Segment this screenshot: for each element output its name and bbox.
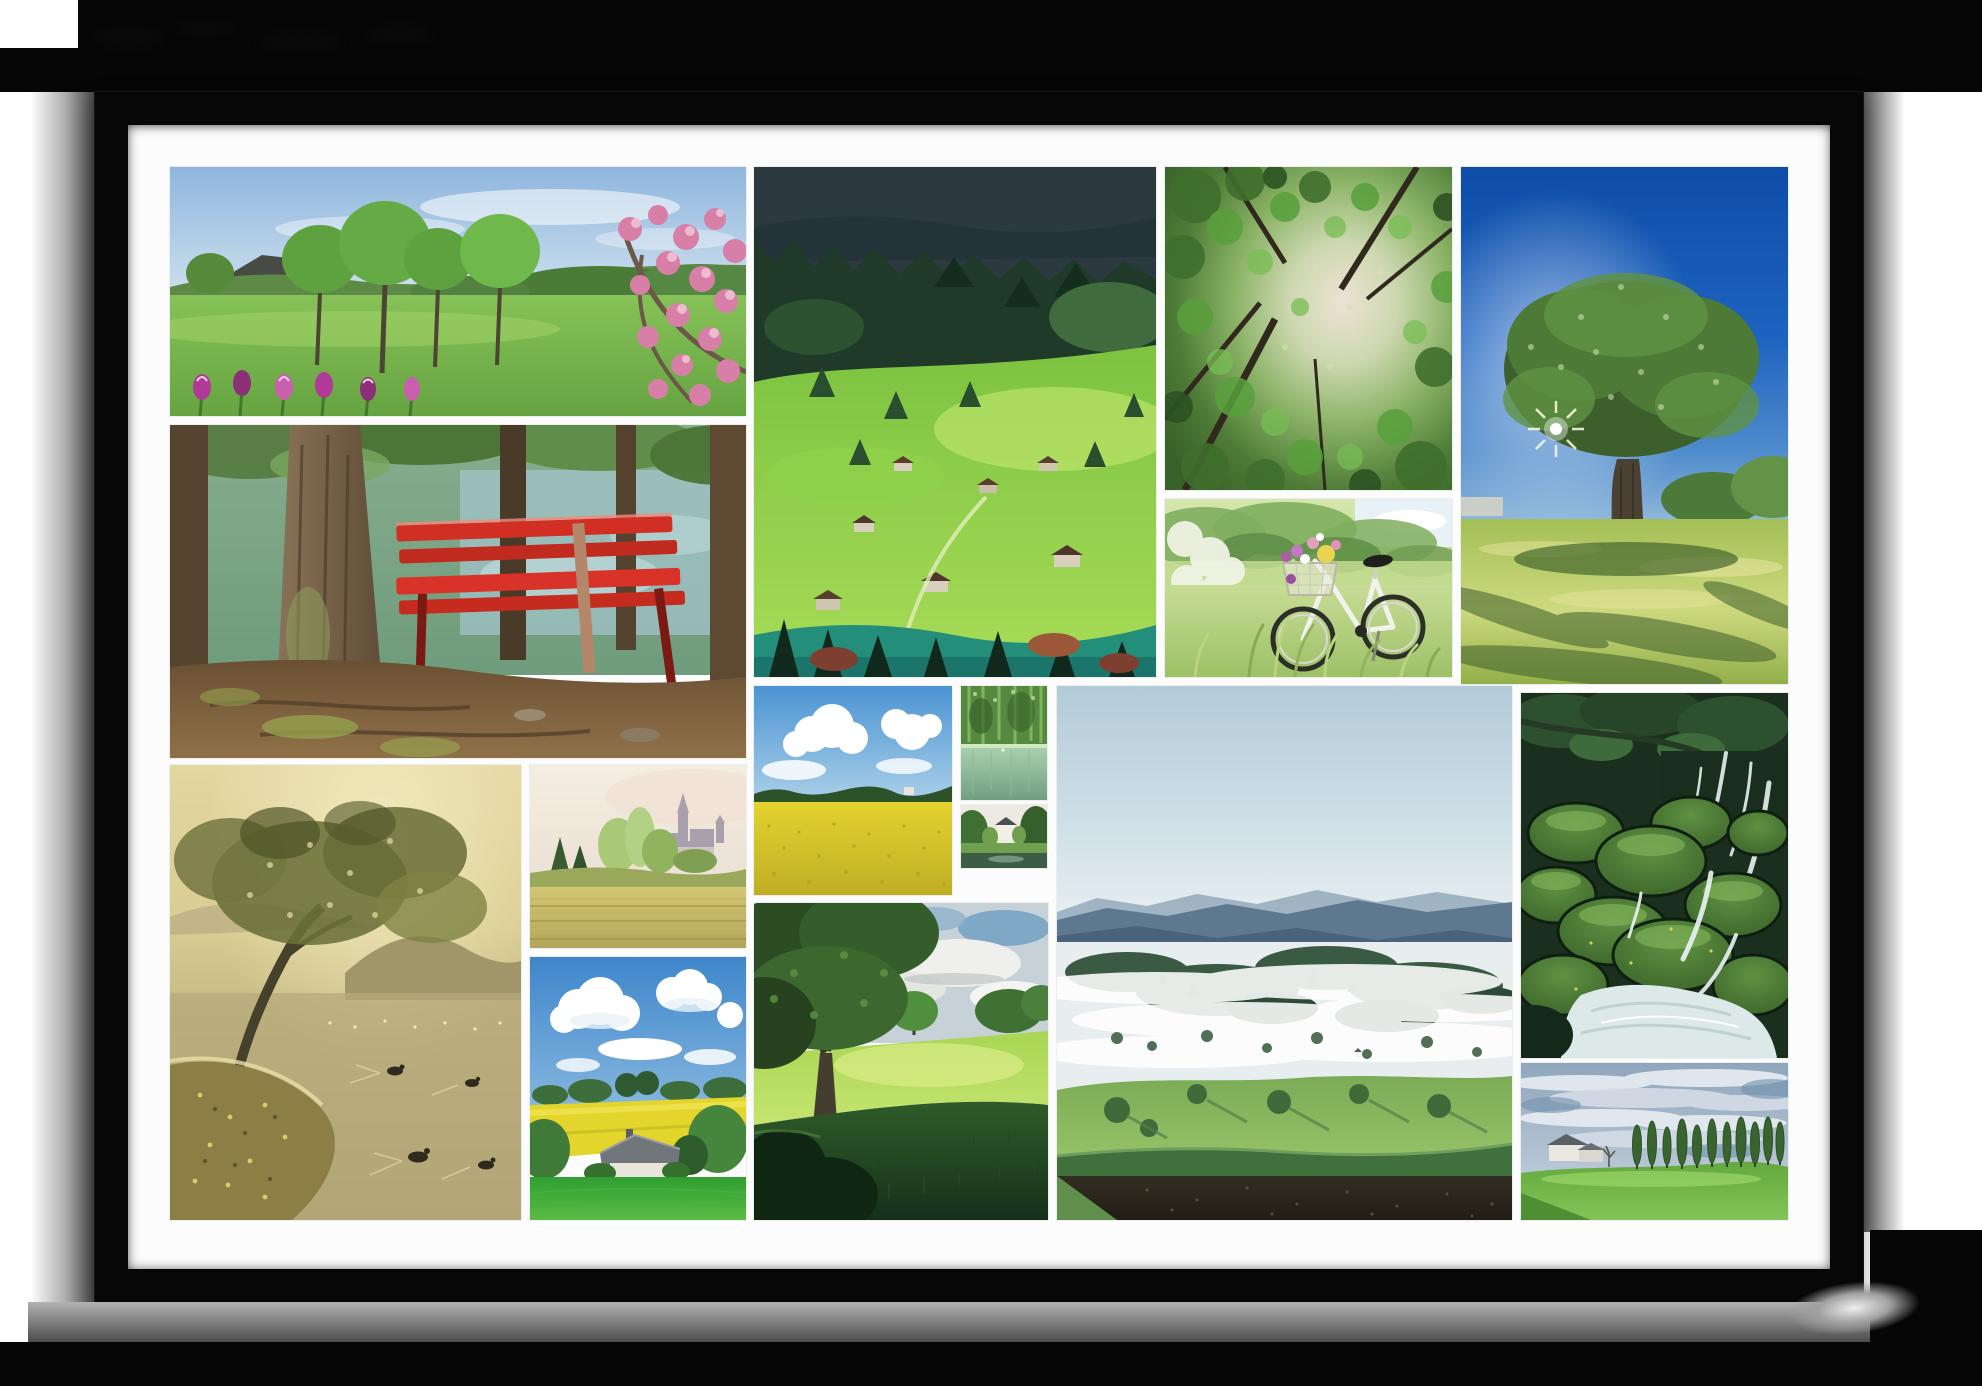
photo-pond-white-house: [961, 805, 1047, 868]
frame-right-shadow: [1863, 92, 1905, 1232]
photo-forest-lake-reflection: [961, 686, 1047, 800]
wall-top-left-patch: [0, 0, 78, 48]
photo-bicycle-flower-basket: [1165, 499, 1452, 677]
photo-golden-lake-ducks: [170, 765, 521, 1220]
mat-board: ​: [128, 125, 1830, 1269]
wall-smudge: [92, 26, 164, 50]
photo-rapeseed-farmhouse: [530, 957, 746, 1220]
photo-church-across-field: [530, 765, 746, 948]
photo-shade-tree-meadow: [754, 903, 1048, 1220]
photo-alpine-valley-village: [754, 167, 1156, 677]
wall-smudge: [366, 24, 432, 44]
photo-mossy-waterfall: [1521, 693, 1788, 1058]
background-bottom-black-band: [0, 1342, 1982, 1386]
photo-oak-blue-sky-sun: [1461, 167, 1788, 684]
picture-frame: ​: [95, 92, 1863, 1302]
frame-bottom-shadow: [28, 1302, 1918, 1344]
photo-misty-valley: [1057, 686, 1512, 1220]
photo-poplar-row-field: [1521, 1063, 1788, 1220]
wall-smudge: [178, 20, 236, 38]
photo-red-bench-lakeside: [170, 425, 746, 758]
photo-rapeseed-field-clouds: [754, 686, 952, 895]
wall-smudge: [258, 30, 342, 52]
photo-spring-meadow-magnolia: [170, 167, 746, 416]
photo-of-framed-collage: ​: [0, 0, 1982, 1386]
photo-forest-canopy-upward: ​: [1165, 167, 1452, 490]
frame-left-shadow: [30, 92, 95, 1302]
collage-grid: ​: [170, 167, 1788, 1221]
